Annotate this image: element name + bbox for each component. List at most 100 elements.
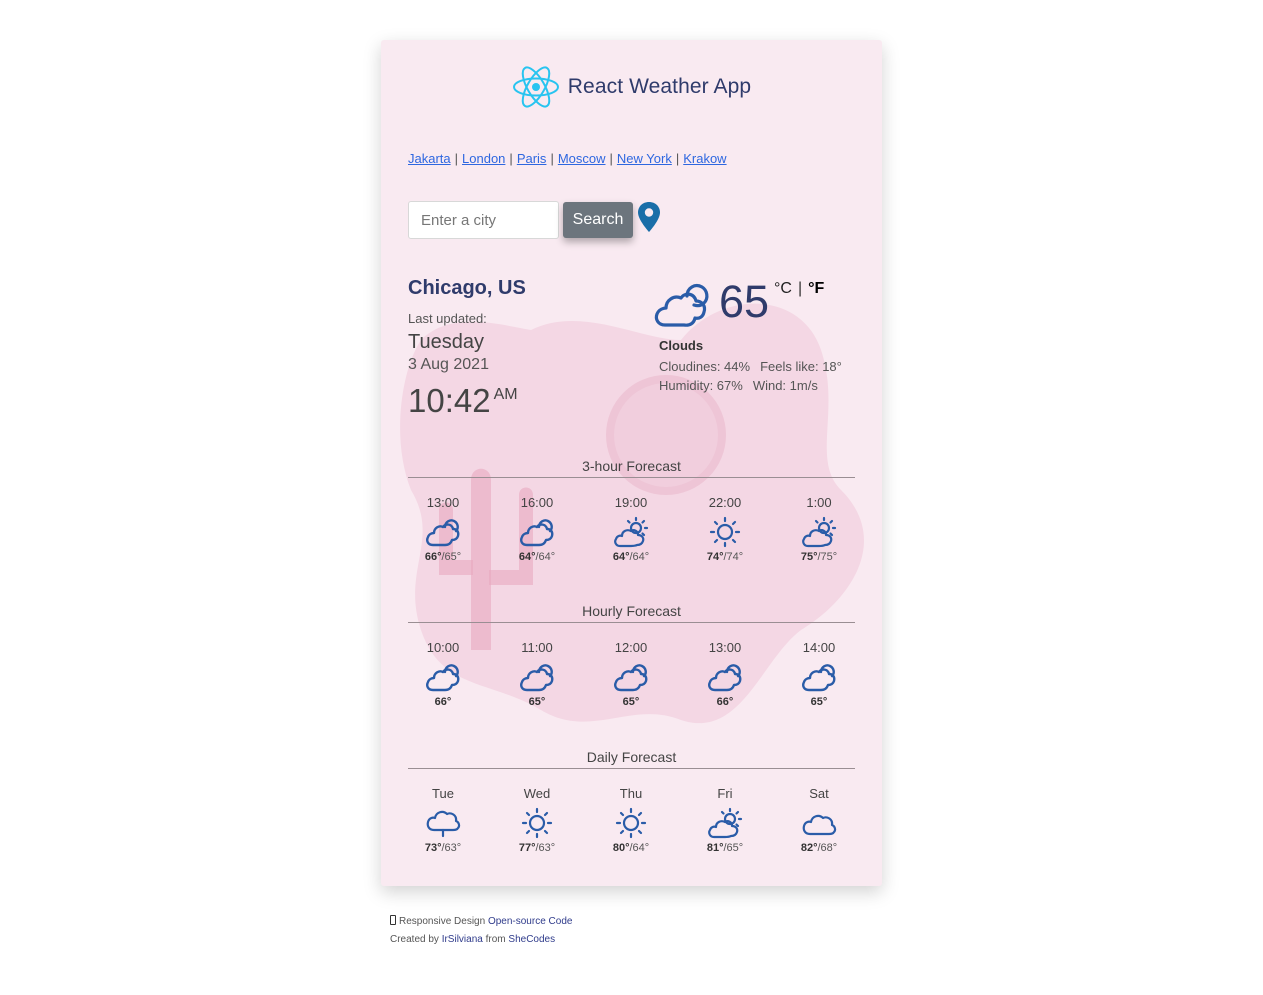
forecast-item: Tue 73°/63° [396,786,490,854]
map-pin-icon[interactable] [637,201,661,233]
city-link-jakarta[interactable]: Jakarta [408,151,451,166]
forecast-time-label: 22:00 [708,495,742,510]
forecast-high: 80° [612,842,630,854]
three-hour-forecast-title: 3-hour Forecast [582,458,681,474]
daily-forecast-title: Daily Forecast [586,749,677,765]
forecast-high: 65° [528,696,546,708]
forecast-item: Thu 80°/64° [584,786,678,854]
forecast-low: /65° [723,842,744,854]
forecast-low: /74° [723,551,744,563]
last-updated-label: Last updated: [408,311,487,326]
forecast-high: 66° [716,696,734,708]
forecast-temperature: 80°/64° [613,842,649,854]
forecast-temperature: 65° [623,696,640,708]
time-ampm: AM [493,386,518,403]
forecast-high: 66° [424,551,442,563]
forecast-high: 81° [706,842,724,854]
forecast-time-label: 11:00 [521,640,553,655]
current-city: Chicago, US [408,277,526,299]
time-value: 10:42 [408,382,491,419]
city-link-london[interactable]: London [462,151,505,166]
app-title: React Weather App [567,75,752,98]
city-link-moscow[interactable]: Moscow [558,151,606,166]
forecast-time-label: 13:00 [708,640,742,655]
wind: Wind: 1m/s [752,378,818,393]
current-day: Tuesday [408,331,484,353]
current-temperature: 65 [719,276,770,327]
forecast-low: /63° [535,842,556,854]
forecast-item: 12:00 65° [584,640,678,708]
forecast-item: Fri 81°/65° [678,786,772,854]
forecast-time-label: Fri [717,786,733,801]
forecast-temperature: 74°/74° [707,551,743,563]
forecast-temperature: 64°/64° [519,551,555,563]
source-code-link[interactable]: Open-source Code [488,916,573,927]
forecast-low: /64° [535,551,556,563]
forecast-high: 73° [424,842,442,854]
clouds-icon [426,664,460,692]
from-text: from [485,934,506,945]
forecast-temperature: 66° [435,696,452,708]
three-hour-forecast-row: 13:00 66°/65° 16:00 64°/64° 19:00 64°/64° 22:0… [408,495,878,563]
weather-details: Cloudines: 44% Feels like: 18° Humidity: … [659,357,842,395]
author-link[interactable]: IrSilviana [442,934,483,945]
humidity: Humidity: 67% [659,378,743,393]
responsive-text: Responsive Design [399,916,486,927]
rain-cloud-icon [426,810,461,838]
forecast-item: 22:00 74°/74° [678,495,772,563]
feels-like: Feels like: 18° [760,359,842,374]
separator: | [454,151,459,166]
weather-condition: Clouds [659,338,704,353]
clouds-icon [614,664,648,692]
forecast-high: 64° [518,551,536,563]
forecast-item: 13:00 66° [678,640,772,708]
forecast-temperature: 82°/68° [801,842,837,854]
app-header: React Weather App [381,64,882,110]
sun-icon [521,807,553,839]
forecast-temperature: 75°/75° [801,551,837,563]
city-links: Jakarta | London | Paris | Moscow | New York | Kra… [408,151,727,166]
partly-sunny-icon [708,807,743,839]
hourly-forecast-row: 10:00 66° 11:00 65° 12:00 65° 13:00 66° 14:00 65° [408,640,878,708]
daily-forecast-row: Tue 73°/63° Wed 77°/63° Thu 80°/64° Fri 81°/65°… [408,786,878,854]
forecast-item: 19:00 64°/64° [584,495,678,563]
forecast-temperature: 64°/64° [613,551,649,563]
forecast-low: /68° [817,842,838,854]
cloud-icon [802,814,837,836]
forecast-time-label: 16:00 [520,495,554,510]
partly-sunny-icon [614,516,649,548]
clouds-icon [654,284,709,327]
forecast-temperature: 77°/63° [519,842,555,854]
search-button[interactable]: Search [563,202,633,238]
unit-toggle: °C | °F [774,280,824,298]
separator: | [609,151,613,166]
current-date: 3 Aug 2021 [408,356,489,373]
forecast-time-label: 19:00 [614,495,648,510]
clouds-icon [802,664,836,692]
forecast-time-label: Sat [809,786,829,801]
forecast-high: 65° [622,696,640,708]
search-form: Search [408,201,661,239]
city-link-new-york[interactable]: New York [617,151,672,166]
city-link-paris[interactable]: Paris [517,151,547,166]
forecast-temperature: 81°/65° [707,842,743,854]
forecast-high: 75° [800,551,818,563]
forecast-temperature: 65° [529,696,546,708]
city-search-input[interactable] [408,201,559,239]
separator: | [509,151,513,166]
org-link[interactable]: SheCodes [508,934,555,945]
forecast-high: 82° [800,842,818,854]
forecast-time-label: 12:00 [614,640,648,655]
react-logo-icon [512,66,559,108]
current-time: 10:42 AM [408,382,518,420]
fahrenheit-toggle[interactable]: °F [808,280,824,297]
forecast-temperature: 66°/65° [425,551,461,563]
divider [408,768,855,769]
forecast-low: /63° [441,842,462,854]
forecast-time-label: Wed [523,786,551,801]
clouds-icon [520,664,554,692]
forecast-time-label: Thu [619,786,643,801]
city-link-krakow[interactable]: Krakow [683,151,726,166]
celsius-toggle[interactable]: °C [774,280,792,297]
cloudiness: Cloudines: 44% [659,359,751,374]
